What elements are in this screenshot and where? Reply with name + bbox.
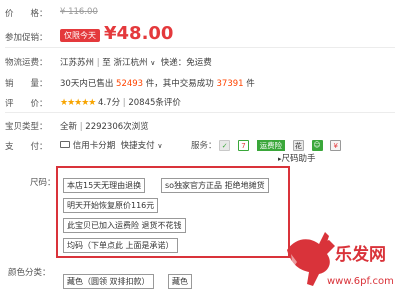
payment-label: 支 付： [5,142,48,152]
promo-label: 参加促销： [5,33,48,43]
credit-card-icon [60,141,70,148]
size-helper-label: 尺码助手 [281,154,316,164]
item-type-label: 宝贝类型： [5,122,48,132]
sales-success-count: 37391 [216,79,244,89]
watermark-brand: 乐发网 [335,245,386,265]
seven-day-return-icon[interactable]: 7 [237,140,249,151]
ship-from: 江苏苏州 [60,58,95,68]
sales-suffix: 件 [246,79,255,89]
credit-installment-link[interactable]: 信用卡分期 [73,141,116,151]
fast-pay-select[interactable]: 快捷支付 ∨ [121,141,163,151]
service-row: 服务： ✓ 7 运费险 花 ☺ ¥ [191,139,342,151]
size-helper-link[interactable]: ▸尺码助手 [278,152,316,164]
shipping-insurance-badge[interactable]: 运费险 [256,140,286,151]
credit-payment-icon[interactable]: 花 [292,140,304,151]
service-label: 服务： [191,141,217,151]
ship-fee: 快递：免运费 [160,58,212,68]
sales-mid: 件，其中交易成功 [145,79,214,89]
rating-count-link[interactable]: 20845条评价 [128,98,181,108]
promo-badge: 仅限今天 [60,29,100,42]
size-option[interactable]: 明天开始恢复原价116元 [63,198,159,213]
chevron-down-icon: ∨ [150,59,156,67]
rating-score: 4.7分 [98,98,121,108]
smile-service-icon[interactable]: ☺ [311,140,323,151]
chevron-down-icon: ∨ [157,142,163,150]
size-option[interactable]: 均码（下单点此 上面是承诺） [63,238,178,253]
pay-service-icon[interactable]: ¥ [330,140,342,151]
ship-sep: | [96,58,100,68]
item-type-sep: | [79,122,83,132]
price-label: 价 格： [5,9,48,19]
size-label: 尺码： [30,178,56,188]
item-type-row: 全新 | 2292306次浏览 [60,120,149,132]
color-option[interactable]: 藏色（圆领 双排扣款） [63,274,154,289]
divider [5,47,395,48]
ship-to-prefix: 至 [102,58,111,68]
promo-price: ¥48.00 [104,23,174,44]
size-option[interactable]: so独家官方正品 拒绝地摊货 [161,178,269,193]
divider [5,112,395,113]
shipping-label: 物流运费： [5,58,48,68]
original-price: ¥ 116.00 [60,7,98,17]
sales-sold-count: 52493 [116,79,144,89]
shipping-row: 江苏苏州 | 至 浙江杭州 ∨ 快递：免运费 [60,56,212,68]
fast-pay-label: 快捷支付 [120,141,155,151]
tmall-guarantee-icon[interactable]: ✓ [219,140,231,151]
rating-stars: ★★★★★ [60,98,96,108]
sales-row: 30天内已售出 52493 件，其中交易成功 37391 件 [60,77,255,89]
item-type-value: 全新 [60,122,78,132]
size-option[interactable]: 此宝贝已加入运费险 退货不花钱 [63,218,186,233]
item-views: 2292306次浏览 [85,122,149,132]
shipping-insurance-label: 运费险 [259,141,283,150]
watermark-logo: 乐发网 www.6pf.com [283,210,401,300]
sales-label: 销 量： [5,79,48,89]
ship-to: 浙江杭州 [113,58,148,68]
size-option[interactable]: 本店15天无理由退换 [63,178,146,193]
ship-to-select[interactable]: 浙江杭州 ∨ [114,58,156,68]
sales-prefix: 30天内已售出 [60,79,114,89]
watermark-url: www.6pf.com [327,276,394,287]
rating-label: 评 价： [5,99,48,109]
rating-row: ★★★★★ 4.7分 | 20845条评价 [60,96,181,108]
payment-row: 信用卡分期 快捷支付 ∨ [60,139,162,151]
color-label: 颜色分类： [8,268,51,278]
color-option[interactable]: 藏色 [168,274,192,289]
rating-sep: | [122,98,126,108]
